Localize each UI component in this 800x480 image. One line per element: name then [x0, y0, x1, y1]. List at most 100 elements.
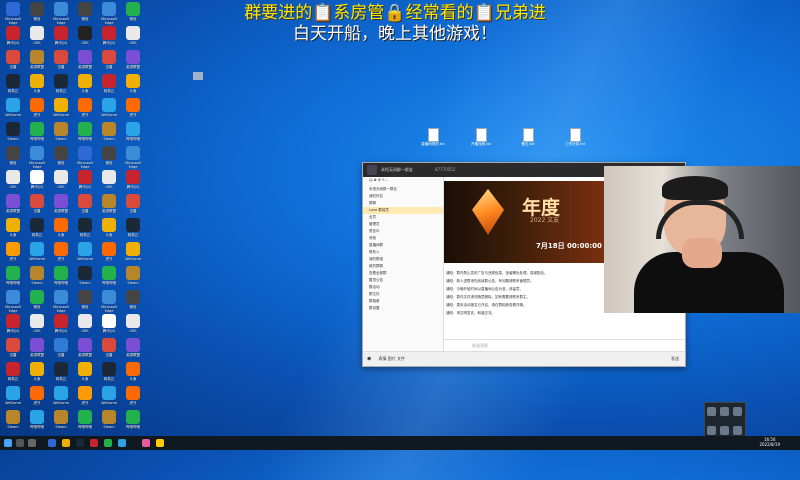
desktop-icon[interactable]: Steam [98, 122, 120, 145]
desktop-icon[interactable]: 网易云 [122, 218, 144, 241]
desktop-file[interactable]: 开播流程.txt [468, 128, 494, 146]
sidebar-item[interactable]: 群聊 [363, 200, 443, 207]
desktop-icon[interactable]: 虎牙 [74, 98, 96, 121]
desktop-icon[interactable]: Microsoft Edge [98, 290, 120, 313]
desktop-icon[interactable]: 迅雷 [2, 338, 24, 361]
desktop-icon[interactable]: 网易云 [50, 74, 72, 97]
desktop-icon[interactable]: 斗鱼 [74, 74, 96, 97]
desktop-icon[interactable]: 网易云 [26, 218, 48, 241]
desktop-icon[interactable]: 英雄联盟 [50, 194, 72, 217]
qq-icon[interactable] [156, 439, 164, 447]
desktop-icon[interactable]: Steam [74, 266, 96, 289]
desktop-icon[interactable]: 腾讯QQ [50, 314, 72, 337]
desktop-icon[interactable]: 迅雷 [50, 50, 72, 73]
folder-icon[interactable] [62, 439, 70, 447]
desktop-icon[interactable]: 斗鱼 [98, 218, 120, 241]
desktop-icon[interactable]: WeGame [74, 242, 96, 265]
desktop-icon[interactable]: 虎牙 [2, 242, 24, 265]
desktop-icon[interactable]: 英雄联盟 [98, 194, 120, 217]
desktop-icon[interactable]: Steam [98, 410, 120, 433]
desktop-icon[interactable]: OBS [50, 170, 72, 193]
sidebar-item[interactable]: 群设置 [363, 305, 443, 312]
desktop-icon[interactable]: 斗鱼 [2, 218, 24, 241]
tray-icon[interactable] [720, 407, 729, 416]
desktop-icon[interactable]: 网易云 [2, 74, 24, 97]
edge-icon[interactable] [48, 439, 56, 447]
desktop-icon[interactable]: Microsoft Edge [26, 146, 48, 169]
sidebar-item[interactable]: 永恒无间群一群友 [363, 186, 443, 193]
obs-icon[interactable] [142, 439, 150, 447]
desktop-icon[interactable]: 哔哩哔哩 [98, 266, 120, 289]
desktop-icon[interactable]: WeGame [98, 98, 120, 121]
desktop-icon[interactable]: WeGame [50, 98, 72, 121]
app-icon[interactable] [90, 439, 98, 447]
sidebar-item[interactable]: 直播间群 [363, 242, 443, 249]
sidebar-item[interactable]: 管理员 [363, 221, 443, 228]
desktop-icon[interactable]: 迅雷 [26, 194, 48, 217]
tray-icon[interactable] [707, 426, 716, 435]
steam-icon[interactable] [76, 439, 84, 447]
desktop-icon[interactable]: 英雄联盟 [74, 338, 96, 361]
sidebar-item[interactable]: 联系人 [363, 249, 443, 256]
start-icon[interactable] [4, 439, 12, 447]
desktop-icon[interactable]: 微信 [50, 146, 72, 169]
tray-icon[interactable] [733, 407, 742, 416]
desktop-icon[interactable]: 英雄联盟 [26, 338, 48, 361]
sidebar-item[interactable]: 新的群聊 [363, 263, 443, 270]
desktop-icon[interactable]: Microsoft Edge [74, 146, 96, 169]
desktop-icon[interactable]: 迅雷 [98, 338, 120, 361]
system-tray-overflow[interactable] [704, 402, 746, 440]
tray-icon[interactable] [720, 426, 729, 435]
desktop-icon[interactable]: 迅雷 [98, 50, 120, 73]
tray-icon[interactable] [707, 407, 716, 416]
app-icon[interactable] [118, 439, 126, 447]
desktop-file[interactable]: 工作记录.txt [562, 128, 588, 146]
desktop-icon[interactable]: 英雄联盟 [74, 50, 96, 73]
desktop-icon[interactable]: 腾讯QQ [122, 170, 144, 193]
desktop-icon[interactable]: 英雄联盟 [26, 50, 48, 73]
desktop-icon[interactable]: OBS [98, 170, 120, 193]
desktop-icon[interactable]: 微信 [122, 290, 144, 313]
desktop-icon[interactable]: 虎牙 [122, 98, 144, 121]
desktop-icon[interactable]: OBS [122, 314, 144, 337]
desktop-icon[interactable]: Microsoft Edge [2, 290, 24, 313]
sidebar-item[interactable]: 群文件 [363, 291, 443, 298]
desktop-icon[interactable]: OBS [26, 314, 48, 337]
sidebar-item[interactable]: 群相册 [363, 298, 443, 305]
desktop-icon[interactable]: 迅雷 [122, 194, 144, 217]
event-poster-image[interactable]: 年度 2022 文友 7月18日 00:00:00 [444, 181, 604, 263]
desktop-icon[interactable]: 哔哩哔哩 [74, 122, 96, 145]
desktop-icon[interactable]: 虎牙 [122, 386, 144, 409]
desktop-icon[interactable]: WeGame [98, 386, 120, 409]
emoji-icon[interactable]: ☻ [367, 356, 371, 361]
desktop-icon[interactable]: Microsoft Edge [122, 146, 144, 169]
desktop-icon[interactable]: 英雄联盟 [122, 50, 144, 73]
desktop-icon[interactable]: 斗鱼 [50, 218, 72, 241]
desktop-icon[interactable]: 斗鱼 [26, 362, 48, 385]
message-input[interactable]: 发送消息 [444, 339, 684, 351]
desktop-icon[interactable]: Microsoft Edge [50, 290, 72, 313]
desktop-icon[interactable]: WeGame [2, 98, 24, 121]
desktop-file[interactable]: 直播间规则.txt [420, 128, 446, 146]
desktop-icon[interactable]: Steam [50, 122, 72, 145]
desktop-icon[interactable]: 斗鱼 [122, 362, 144, 385]
search-icon[interactable] [16, 439, 24, 447]
desktop-icon[interactable]: 虎牙 [26, 98, 48, 121]
sidebar-item[interactable]: 群活动 [363, 284, 443, 291]
send-button[interactable]: 发送 [671, 352, 679, 366]
desktop-icon[interactable]: 哔哩哔哩 [26, 122, 48, 145]
desktop-icon[interactable]: 网易云 [2, 362, 24, 385]
desktop-icon[interactable]: 哔哩哔哩 [74, 410, 96, 433]
sidebar-item[interactable]: Love 群成员 [363, 207, 443, 214]
desktop-icon[interactable]: 哔哩哔哩 [50, 266, 72, 289]
sidebar-item[interactable]: 查看全部群 [363, 270, 443, 277]
desktop-icon[interactable]: Steam [2, 122, 24, 145]
desktop-icon[interactable]: 网易云 [74, 218, 96, 241]
desktop-icon[interactable]: 哔哩哔哩 [2, 266, 24, 289]
desktop-icon[interactable]: 英雄联盟 [122, 338, 144, 361]
desktop-icon[interactable]: 英雄联盟 [2, 194, 24, 217]
desktop-icon[interactable]: WeGame [2, 386, 24, 409]
sidebar-item[interactable]: 全员 [363, 214, 443, 221]
desktop-icon[interactable]: Steam [122, 266, 144, 289]
desktop-shortcut-icon[interactable] [193, 72, 203, 80]
